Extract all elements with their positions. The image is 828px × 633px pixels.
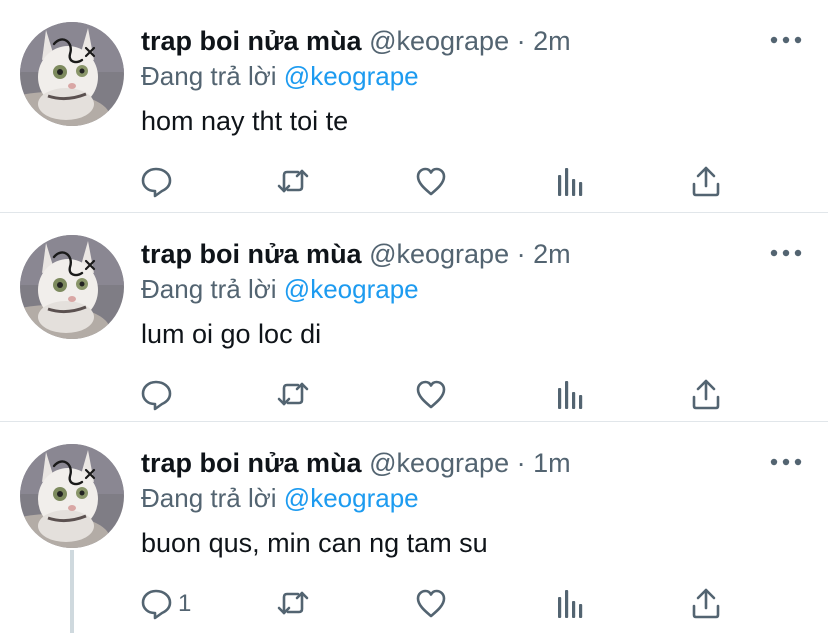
tweet[interactable]: trap boi nửa mùa @keogrape · 2m Đang trả… (0, 213, 828, 422)
like-button[interactable] (415, 582, 449, 626)
share-button[interactable] (691, 160, 723, 204)
tweet-header: trap boi nửa mùa @keogrape · 2m (141, 24, 571, 58)
reply-mention-link[interactable]: @keogrape (284, 483, 419, 513)
reply-icon (140, 165, 174, 199)
handle[interactable]: @keogrape (369, 26, 509, 56)
share-icon (691, 378, 723, 412)
tweet-actions (0, 373, 828, 417)
timestamp[interactable]: 2m (533, 26, 571, 56)
reply-button[interactable]: 1 (140, 582, 191, 626)
handle[interactable]: @keogrape (369, 448, 509, 478)
reply-icon (140, 378, 174, 412)
display-name[interactable]: trap boi nửa mùa (141, 239, 362, 269)
share-button[interactable] (691, 373, 723, 417)
more-icon[interactable] (770, 32, 802, 48)
tweet[interactable]: trap boi nửa mùa @keogrape · 1m Đang trả… (0, 422, 828, 633)
tweet-text: buon qus, min can ng tam su (141, 528, 488, 558)
separator: · (516, 26, 526, 56)
display-name[interactable]: trap boi nửa mùa (141, 26, 362, 56)
retweet-button[interactable] (276, 582, 310, 626)
reply-count: 1 (178, 590, 192, 617)
reply-mention-link[interactable]: @keogrape (284, 61, 419, 91)
reply-mention-link[interactable]: @keogrape (284, 274, 419, 304)
analytics-button[interactable] (556, 373, 586, 417)
reply-context: Đang trả lời @keogrape (141, 59, 419, 93)
separator: · (516, 239, 526, 269)
share-button[interactable] (691, 582, 723, 626)
reply-context: Đang trả lời @keogrape (141, 481, 419, 515)
handle[interactable]: @keogrape (369, 239, 509, 269)
separator: · (516, 448, 526, 478)
more-icon[interactable] (770, 454, 802, 470)
share-icon (691, 165, 723, 199)
timestamp[interactable]: 1m (533, 448, 571, 478)
tweet-text: hom nay tht toi te (141, 106, 349, 136)
retweet-button[interactable] (276, 160, 310, 204)
more-icon[interactable] (770, 245, 802, 261)
avatar[interactable] (20, 22, 124, 126)
like-button[interactable] (415, 160, 449, 204)
display-name[interactable]: trap boi nửa mùa (141, 448, 362, 478)
heart-icon (415, 165, 449, 199)
reply-button[interactable] (140, 160, 178, 204)
analytics-icon (556, 165, 586, 199)
analytics-button[interactable] (556, 160, 586, 204)
reply-icon (140, 587, 174, 621)
heart-icon (415, 378, 449, 412)
retweet-icon (276, 587, 310, 621)
analytics-button[interactable] (556, 582, 586, 626)
reply-prefix: Đang trả lời (141, 61, 277, 91)
share-icon (691, 587, 723, 621)
heart-icon (415, 587, 449, 621)
retweet-icon (276, 378, 310, 412)
tweet-header: trap boi nửa mùa @keogrape · 1m (141, 446, 571, 480)
avatar[interactable] (20, 235, 124, 339)
timestamp[interactable]: 2m (533, 239, 571, 269)
tweet-actions (0, 160, 828, 204)
avatar[interactable] (20, 444, 124, 548)
tweet-header: trap boi nửa mùa @keogrape · 2m (141, 237, 571, 271)
reply-button[interactable] (140, 373, 178, 417)
analytics-icon (556, 587, 586, 621)
tweet[interactable]: trap boi nửa mùa @keogrape · 2m Đang trả… (0, 0, 828, 213)
retweet-icon (276, 165, 310, 199)
analytics-icon (556, 378, 586, 412)
reply-prefix: Đang trả lời (141, 483, 277, 513)
tweet-text: lum oi go loc di (141, 319, 322, 349)
retweet-button[interactable] (276, 373, 310, 417)
like-button[interactable] (415, 373, 449, 417)
reply-prefix: Đang trả lời (141, 274, 277, 304)
reply-context: Đang trả lời @keogrape (141, 272, 419, 306)
tweet-actions: 1 (0, 582, 828, 626)
